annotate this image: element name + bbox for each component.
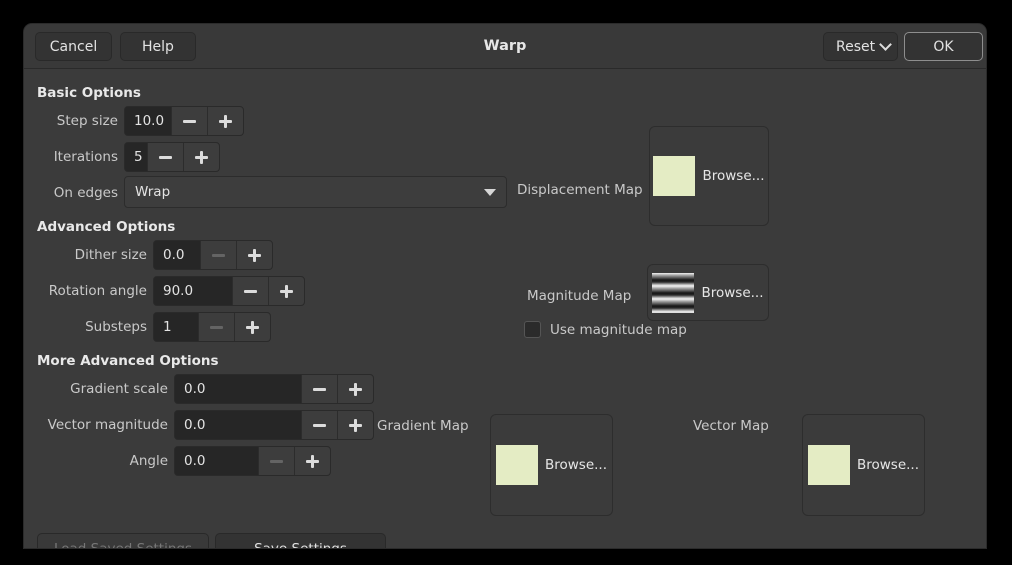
label-angle: Angle: [24, 451, 168, 471]
minus-icon: [212, 249, 225, 262]
plus-icon: [195, 151, 208, 164]
magnitude-map-chooser[interactable]: Browse...: [647, 264, 769, 321]
on-edges-select[interactable]: Wrap: [124, 176, 507, 208]
plus-icon: [349, 419, 362, 432]
rotation-angle-input[interactable]: 90.0: [154, 277, 232, 305]
label-iterations: Iterations: [24, 147, 118, 167]
gradient-scale-decrement-button[interactable]: [301, 375, 337, 403]
magnitude-map-browse-label: Browse...: [694, 285, 763, 301]
vector-map-chooser[interactable]: Browse...: [802, 414, 925, 516]
gradient-map-chooser[interactable]: Browse...: [490, 414, 613, 516]
chevron-down-icon: [881, 40, 885, 49]
rotation-angle-spinner[interactable]: 90.0: [153, 276, 305, 306]
displacement-map-browse-label: Browse...: [695, 168, 764, 184]
label-gradient-scale: Gradient scale: [24, 379, 168, 399]
magnitude-map-thumbnail: [652, 273, 694, 313]
label-substeps: Substeps: [24, 317, 147, 337]
vector-magnitude-input[interactable]: 0.0: [175, 411, 301, 439]
displacement-map-chooser[interactable]: Browse...: [649, 126, 769, 226]
iterations-spinner[interactable]: 5: [124, 142, 220, 172]
substeps-increment-button[interactable]: [234, 313, 270, 341]
minus-icon: [183, 115, 196, 128]
load-saved-settings-button: Load Saved Settings: [37, 533, 209, 548]
save-settings-label: Save Settings: [254, 541, 347, 549]
cancel-button[interactable]: Cancel: [35, 32, 112, 61]
minus-icon: [210, 321, 223, 334]
angle-decrement-button: [258, 447, 294, 475]
dither-size-spinner[interactable]: 0.0: [153, 240, 273, 270]
label-dither-size: Dither size: [24, 245, 147, 265]
vector-magnitude-increment-button[interactable]: [337, 411, 373, 439]
label-displacement-map: Displacement Map: [517, 180, 643, 200]
rotation-angle-decrement-button[interactable]: [232, 277, 268, 305]
use-magnitude-map-label: Use magnitude map: [541, 322, 687, 338]
step-size-increment-button[interactable]: [207, 107, 243, 135]
vector-magnitude-spinner[interactable]: 0.0: [174, 410, 374, 440]
label-vector-magnitude: Vector magnitude: [24, 415, 168, 435]
angle-increment-button[interactable]: [294, 447, 330, 475]
cancel-button-label: Cancel: [50, 39, 97, 55]
gradient-scale-spinner[interactable]: 0.0: [174, 374, 374, 404]
angle-input[interactable]: 0.0: [175, 447, 258, 475]
warp-dialog-window: Warp Cancel Help Reset OK Basic Options …: [24, 24, 986, 548]
substeps-input[interactable]: 1: [154, 313, 198, 341]
section-title-more-advanced-options: More Advanced Options: [37, 353, 219, 369]
gradient-scale-increment-button[interactable]: [337, 375, 373, 403]
iterations-decrement-button[interactable]: [147, 143, 183, 171]
dither-size-input[interactable]: 0.0: [154, 241, 200, 269]
minus-icon: [313, 419, 326, 432]
label-on-edges: On edges: [24, 183, 118, 203]
dialog-titlebar: Warp Cancel Help Reset OK: [24, 24, 986, 69]
step-size-spinner[interactable]: 10.0: [124, 106, 244, 136]
plus-icon: [246, 321, 259, 334]
reset-button-label: Reset: [836, 39, 875, 55]
label-gradient-map: Gradient Map: [377, 416, 469, 436]
help-button[interactable]: Help: [120, 32, 196, 61]
load-saved-settings-label: Load Saved Settings: [54, 541, 192, 549]
vector-magnitude-decrement-button[interactable]: [301, 411, 337, 439]
chevron-down-icon: [484, 189, 496, 196]
label-vector-map: Vector Map: [693, 416, 769, 436]
substeps-spinner[interactable]: 1: [153, 312, 271, 342]
ok-button-label: OK: [933, 39, 953, 55]
use-magnitude-map-checkbox[interactable]: [524, 321, 541, 338]
reset-button[interactable]: Reset: [823, 32, 898, 61]
iterations-input[interactable]: 5: [125, 143, 147, 171]
step-size-decrement-button[interactable]: [171, 107, 207, 135]
plus-icon: [280, 285, 293, 298]
dialog-body: Basic Options Step size 10.0 Iterations …: [24, 69, 986, 548]
dither-size-decrement-button: [200, 241, 236, 269]
use-magnitude-map-checkbox-row[interactable]: Use magnitude map: [524, 321, 687, 338]
displacement-map-thumbnail: [653, 156, 695, 196]
label-rotation-angle: Rotation angle: [24, 281, 147, 301]
section-title-advanced-options: Advanced Options: [37, 219, 175, 235]
help-button-label: Help: [142, 39, 174, 55]
plus-icon: [219, 115, 232, 128]
gradient-map-thumbnail: [496, 445, 538, 485]
gradient-map-browse-label: Browse...: [538, 457, 607, 473]
label-step-size: Step size: [24, 111, 118, 131]
iterations-increment-button[interactable]: [183, 143, 219, 171]
vector-map-browse-label: Browse...: [850, 457, 919, 473]
save-settings-button[interactable]: Save Settings: [215, 533, 386, 548]
dither-size-increment-button[interactable]: [236, 241, 272, 269]
label-magnitude-map: Magnitude Map: [527, 286, 631, 306]
plus-icon: [248, 249, 261, 262]
gradient-scale-input[interactable]: 0.0: [175, 375, 301, 403]
minus-icon: [244, 285, 257, 298]
on-edges-value: Wrap: [135, 184, 484, 200]
angle-spinner[interactable]: 0.0: [174, 446, 331, 476]
section-title-basic-options: Basic Options: [37, 85, 141, 101]
rotation-angle-increment-button[interactable]: [268, 277, 304, 305]
step-size-input[interactable]: 10.0: [125, 107, 171, 135]
plus-icon: [306, 455, 319, 468]
ok-button[interactable]: OK: [904, 32, 983, 61]
substeps-decrement-button: [198, 313, 234, 341]
minus-icon: [270, 455, 283, 468]
minus-icon: [313, 383, 326, 396]
minus-icon: [159, 151, 172, 164]
plus-icon: [349, 383, 362, 396]
vector-map-thumbnail: [808, 445, 850, 485]
